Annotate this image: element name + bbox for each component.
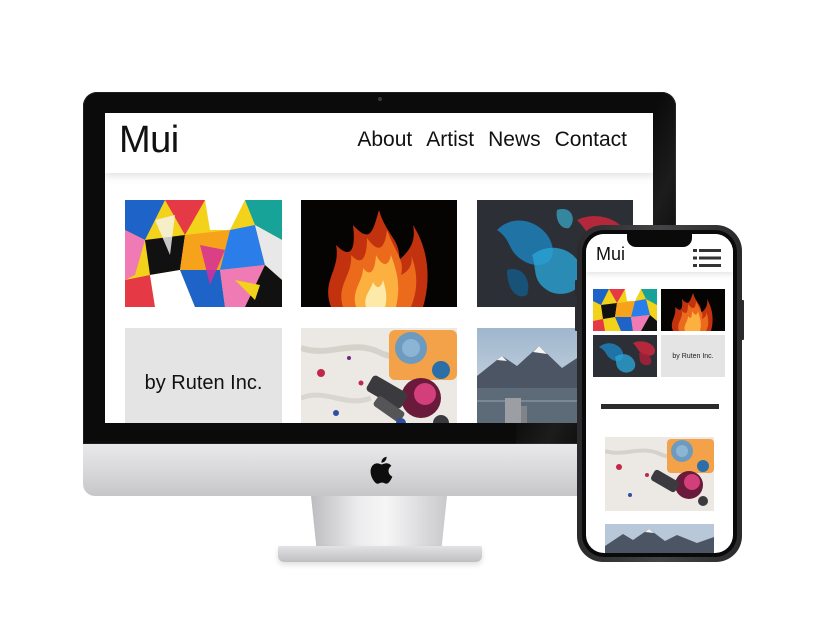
- phone-large-tile-paint-palette[interactable]: [605, 437, 714, 511]
- nav-link-news[interactable]: News: [488, 128, 541, 152]
- camera-dot: [378, 97, 382, 101]
- nav-link-artist[interactable]: Artist: [426, 128, 474, 152]
- site-header: Mui About Artist News Contact: [105, 113, 653, 173]
- apple-logo-icon: [370, 456, 393, 484]
- site-logo[interactable]: Mui: [119, 119, 179, 162]
- phone-tile-ink-smoke[interactable]: [593, 335, 657, 377]
- imac-stand-foot: [278, 546, 482, 562]
- phone-screen: by Ruten Inc. Mui: [586, 234, 733, 553]
- phone-tile-fire[interactable]: [661, 289, 725, 331]
- phone-by-ruten-text: by Ruten Inc.: [672, 352, 714, 360]
- gallery-tile-geometric-art[interactable]: [125, 200, 282, 307]
- phone-tile-geometric-art[interactable]: [593, 289, 657, 331]
- gallery-tile-by-ruten[interactable]: by Ruten Inc.: [125, 328, 282, 423]
- gallery-tile-paint-palette[interactable]: [301, 328, 457, 423]
- gallery-tile-fire[interactable]: [301, 200, 457, 307]
- nav-link-contact[interactable]: Contact: [555, 128, 627, 152]
- phone-divider-bar: [601, 404, 719, 409]
- phone-notch: [627, 234, 692, 247]
- hamburger-menu-icon[interactable]: [693, 249, 721, 267]
- phone-site-logo[interactable]: Mui: [596, 244, 625, 265]
- phone-large-tile-mountain-lake[interactable]: [605, 524, 714, 553]
- desktop-screen: by Ruten Inc. Mui About Artist News Cont…: [105, 113, 653, 423]
- imac-stand-neck: [311, 496, 447, 548]
- site-nav: About Artist News Contact: [357, 128, 627, 152]
- nav-link-about[interactable]: About: [357, 128, 412, 152]
- by-ruten-text: by Ruten Inc.: [144, 371, 263, 394]
- phone-tile-by-ruten[interactable]: by Ruten Inc.: [661, 335, 725, 377]
